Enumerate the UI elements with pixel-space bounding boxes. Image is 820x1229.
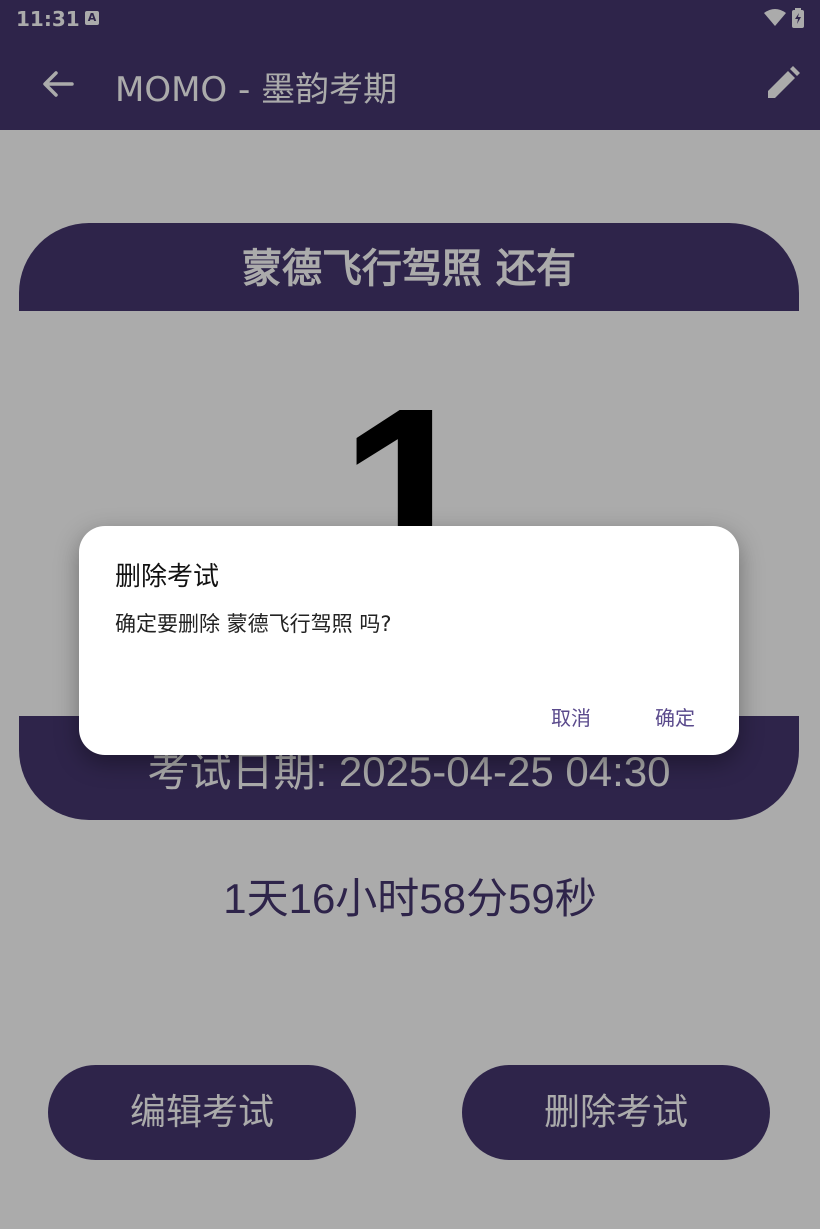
dialog-message: 确定要删除 蒙德飞行驾照 吗? — [115, 612, 392, 636]
delete-confirm-dialog: 删除考试 确定要删除 蒙德飞行驾照 吗? 取消 确定 — [79, 526, 739, 755]
dialog-title: 删除考试 — [115, 562, 220, 592]
confirm-button[interactable]: 确定 — [649, 698, 701, 735]
cancel-button[interactable]: 取消 — [545, 698, 597, 735]
